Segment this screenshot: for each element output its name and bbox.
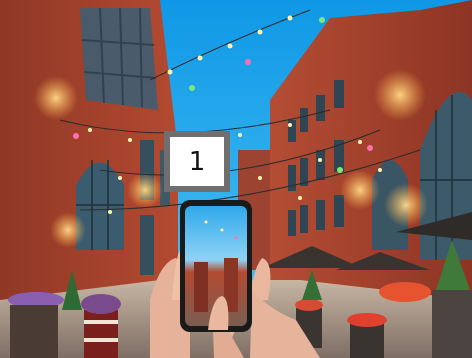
photo-scene: 1 (0, 0, 472, 358)
left-window-top (80, 8, 158, 110)
step-number-label: 1 (188, 146, 206, 177)
step-number-badge: 1 (164, 131, 230, 192)
left-window-low (140, 215, 154, 275)
street-photo (0, 0, 472, 358)
